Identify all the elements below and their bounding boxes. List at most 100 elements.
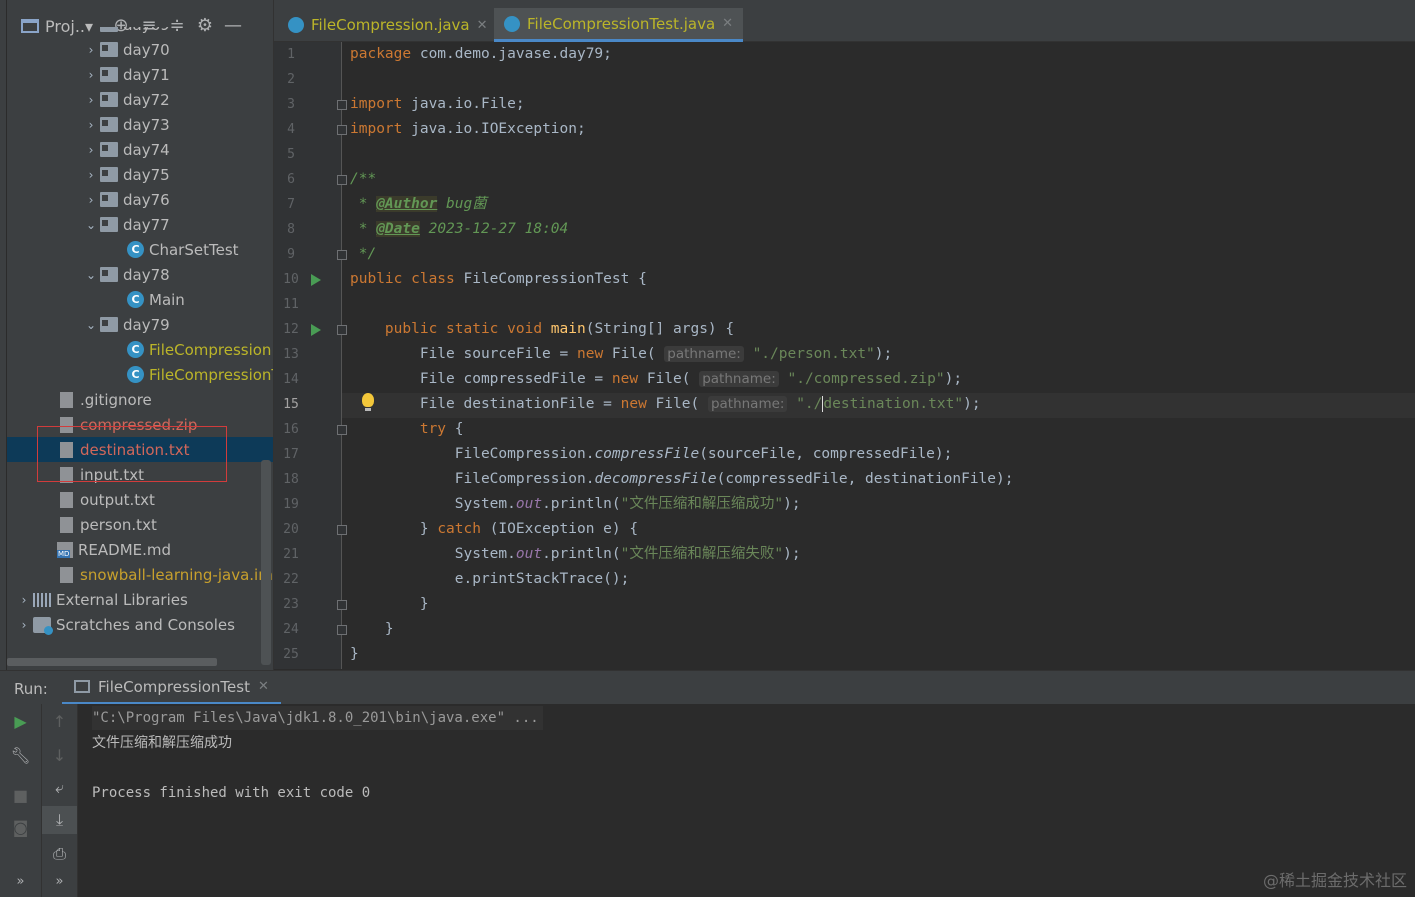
fold-icon[interactable] (337, 175, 347, 185)
more-icon[interactable]: » (0, 868, 41, 896)
run-gutter-icon[interactable] (311, 324, 321, 336)
tree-item[interactable]: › day73 (7, 112, 273, 137)
code-line: * @Date 2023-12-27 18:04 (350, 221, 569, 237)
java-class-icon: C (127, 241, 144, 258)
tree-item-label: day75 (123, 165, 170, 184)
tree-item-label: Main (149, 290, 185, 309)
tree-item[interactable]: ⌄ day77 (7, 212, 273, 237)
tree-item[interactable]: README.md (7, 537, 273, 562)
folder-icon (100, 217, 118, 232)
run-gutter-icon[interactable] (311, 274, 321, 286)
folder-icon (100, 27, 118, 32)
tree-item[interactable]: › day69 (7, 27, 273, 37)
fold-icon[interactable] (337, 600, 347, 610)
tree-item[interactable]: person.txt (7, 512, 273, 537)
fold-icon[interactable] (337, 325, 347, 335)
tree-item-label: day69 (123, 27, 170, 34)
code-editor[interactable]: 1 2 3 4 5 6 7 8 9 10 11 12 13 14 15 16 17 18 19 20 21 22 23 24 2… (274, 42, 1415, 669)
tree-item[interactable]: C FileCompressionT (7, 362, 273, 387)
code-line: public class FileCompressionTest { (350, 271, 647, 287)
code-line: } (350, 646, 359, 662)
arrow-up-icon[interactable]: ↑ (42, 708, 77, 736)
tree-item[interactable]: C Main (7, 287, 273, 312)
chevron-right-icon[interactable]: › (82, 68, 100, 82)
tree-item[interactable]: ⌄ day78 (7, 262, 273, 287)
rerun-icon[interactable]: ▶ (0, 708, 41, 736)
line-number: 14 (283, 372, 299, 387)
fold-icon[interactable] (337, 100, 347, 110)
line-number: 10 (283, 272, 299, 287)
chevron-right-icon[interactable]: › (82, 93, 100, 107)
tab-file-compression-test[interactable]: FileCompressionTest.java ✕ (494, 8, 744, 42)
arrow-down-icon[interactable]: ↓ (42, 742, 77, 770)
folder-icon (100, 42, 118, 57)
fold-icon[interactable] (337, 625, 347, 635)
code-line: try { (419, 421, 464, 437)
tree-item[interactable]: C FileCompression (7, 337, 273, 362)
code-line: public static void main(String[] args) { (384, 321, 735, 337)
tree-item[interactable]: › day74 (7, 137, 273, 162)
tree-item[interactable]: output.txt (7, 487, 273, 512)
close-icon[interactable]: ✕ (258, 679, 269, 694)
tree-item-label: day70 (123, 40, 170, 59)
run-config-tab[interactable]: FileCompressionTest ✕ (62, 671, 281, 705)
tree-item[interactable]: › day70 (7, 37, 273, 62)
tree-item[interactable]: › day71 (7, 62, 273, 87)
chevron-down-icon[interactable]: ⌄ (82, 268, 100, 282)
tree-item-label: person.txt (80, 515, 157, 534)
code-line: FileCompression.compressFile(sourceFile,… (350, 446, 953, 462)
close-icon[interactable]: ✕ (477, 18, 488, 33)
console-output[interactable]: "C:\Program Files\Java\jdk1.8.0_201\bin\… (78, 704, 1415, 897)
stop-icon[interactable]: ■ (0, 782, 41, 810)
tree-item[interactable]: .gitignore (7, 387, 273, 412)
tree-item-label: .gitignore (80, 390, 152, 409)
markdown-file-icon (57, 541, 73, 558)
folder-icon (100, 317, 118, 332)
tree-item-label: day73 (123, 115, 170, 134)
fold-icon[interactable] (337, 525, 347, 535)
tree-item[interactable]: snowball-learning-java.iml (7, 562, 273, 587)
chevron-right-icon[interactable]: › (82, 118, 100, 132)
soft-wrap-icon[interactable]: ⤶ (42, 774, 77, 802)
horizontal-scrollbar[interactable] (7, 658, 217, 666)
file-icon (60, 516, 73, 533)
tree-item[interactable]: ⌄ day79 (7, 312, 273, 337)
fold-icon[interactable] (337, 250, 347, 260)
line-number: 8 (287, 222, 295, 237)
tree-item[interactable]: › day76 (7, 187, 273, 212)
close-icon[interactable]: ✕ (722, 16, 733, 31)
tree-item[interactable]: › Scratches and Consoles (7, 612, 273, 637)
vertical-scrollbar[interactable] (261, 460, 271, 665)
chevron-down-icon[interactable]: ⌄ (82, 218, 100, 232)
line-number: 6 (287, 172, 295, 187)
chevron-right-icon[interactable]: › (82, 27, 100, 32)
camera-icon[interactable]: ◙ (0, 814, 41, 842)
chevron-right-icon[interactable]: › (82, 143, 100, 157)
tree-item-label: day78 (123, 265, 170, 284)
more-icon[interactable]: » (42, 868, 77, 896)
tree-item[interactable]: C CharSetTest (7, 237, 273, 262)
chevron-down-icon[interactable]: ⌄ (82, 318, 100, 332)
chevron-right-icon[interactable]: › (15, 618, 33, 632)
code-line: package com.demo.javase.day79; (350, 46, 612, 62)
tree-item[interactable]: › day75 (7, 162, 273, 187)
chevron-right-icon[interactable]: › (82, 43, 100, 57)
print-icon[interactable]: ⎙ (42, 840, 77, 868)
fold-icon[interactable] (337, 425, 347, 435)
chevron-right-icon[interactable]: › (15, 593, 33, 607)
wrench-icon[interactable]: 🔧︎ (0, 742, 41, 770)
line-number: 19 (283, 497, 299, 512)
line-number: 9 (287, 247, 295, 262)
chevron-right-icon[interactable]: › (82, 168, 100, 182)
chevron-right-icon[interactable]: › (82, 193, 100, 207)
line-number: 25 (283, 647, 299, 662)
line-number: 18 (283, 472, 299, 487)
tree-item[interactable]: › External Libraries (7, 587, 273, 612)
folder-icon (100, 92, 118, 107)
console-line: "C:\Program Files\Java\jdk1.8.0_201\bin\… (92, 706, 543, 730)
tab-file-compression[interactable]: FileCompression.java ✕ (278, 8, 498, 42)
fold-icon[interactable] (337, 125, 347, 135)
tree-item[interactable]: › day72 (7, 87, 273, 112)
line-number: 24 (283, 622, 299, 637)
scroll-to-end-icon[interactable]: ⤓ (42, 806, 77, 834)
